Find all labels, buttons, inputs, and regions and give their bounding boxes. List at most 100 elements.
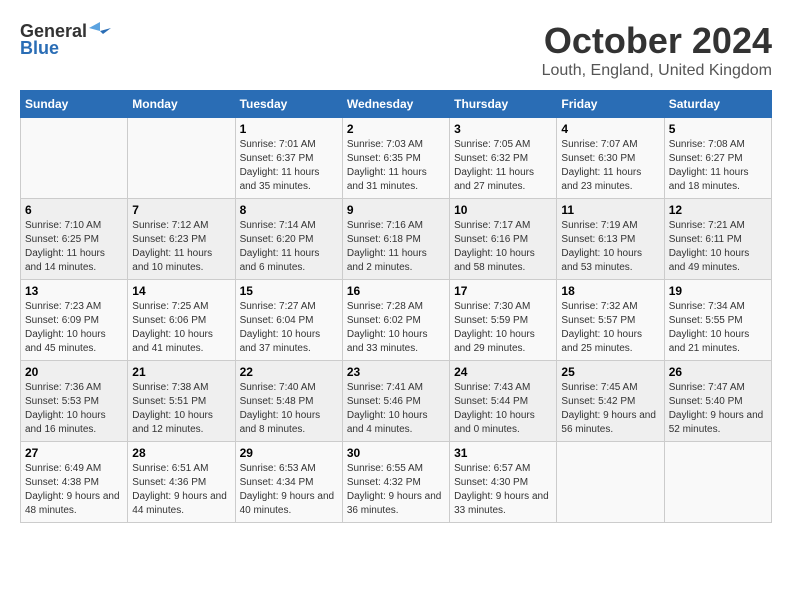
cell-week5-day3: 30 Sunrise: 6:55 AMSunset: 4:32 PMDaylig… [342, 442, 449, 523]
cell-week3-day5: 18 Sunrise: 7:32 AMSunset: 5:57 PMDaylig… [557, 280, 664, 361]
cell-week3-day3: 16 Sunrise: 7:28 AMSunset: 6:02 PMDaylig… [342, 280, 449, 361]
day-number: 11 [561, 203, 659, 217]
day-number: 1 [240, 122, 338, 136]
day-info: Sunrise: 7:05 AMSunset: 6:32 PMDaylight:… [454, 138, 552, 194]
day-info: Sunrise: 7:28 AMSunset: 6:02 PMDaylight:… [347, 300, 445, 356]
day-info: Sunrise: 6:51 AMSunset: 4:36 PMDaylight:… [132, 462, 230, 518]
week-row-5: 27 Sunrise: 6:49 AMSunset: 4:38 PMDaylig… [21, 442, 772, 523]
day-number: 21 [132, 365, 230, 379]
cell-week2-day4: 10 Sunrise: 7:17 AMSunset: 6:16 PMDaylig… [450, 199, 557, 280]
cell-week2-day6: 12 Sunrise: 7:21 AMSunset: 6:11 PMDaylig… [664, 199, 771, 280]
day-number: 17 [454, 284, 552, 298]
cell-week1-day6: 5 Sunrise: 7:08 AMSunset: 6:27 PMDayligh… [664, 118, 771, 199]
cell-week3-day0: 13 Sunrise: 7:23 AMSunset: 6:09 PMDaylig… [21, 280, 128, 361]
header-monday: Monday [128, 91, 235, 118]
cell-week4-day6: 26 Sunrise: 7:47 AMSunset: 5:40 PMDaylig… [664, 361, 771, 442]
calendar-table: Sunday Monday Tuesday Wednesday Thursday… [20, 90, 772, 523]
day-number: 19 [669, 284, 767, 298]
cell-week4-day1: 21 Sunrise: 7:38 AMSunset: 5:51 PMDaylig… [128, 361, 235, 442]
day-number: 18 [561, 284, 659, 298]
day-number: 27 [25, 446, 123, 460]
day-info: Sunrise: 7:19 AMSunset: 6:13 PMDaylight:… [561, 219, 659, 275]
day-info: Sunrise: 7:12 AMSunset: 6:23 PMDaylight:… [132, 219, 230, 275]
header-thursday: Thursday [450, 91, 557, 118]
day-info: Sunrise: 7:16 AMSunset: 6:18 PMDaylight:… [347, 219, 445, 275]
day-number: 24 [454, 365, 552, 379]
cell-week2-day2: 8 Sunrise: 7:14 AMSunset: 6:20 PMDayligh… [235, 199, 342, 280]
day-info: Sunrise: 6:55 AMSunset: 4:32 PMDaylight:… [347, 462, 445, 518]
day-info: Sunrise: 7:08 AMSunset: 6:27 PMDaylight:… [669, 138, 767, 194]
day-info: Sunrise: 7:21 AMSunset: 6:11 PMDaylight:… [669, 219, 767, 275]
logo-bird-icon [89, 20, 111, 42]
day-info: Sunrise: 6:57 AMSunset: 4:30 PMDaylight:… [454, 462, 552, 518]
week-row-2: 6 Sunrise: 7:10 AMSunset: 6:25 PMDayligh… [21, 199, 772, 280]
day-number: 31 [454, 446, 552, 460]
day-number: 7 [132, 203, 230, 217]
day-info: Sunrise: 7:34 AMSunset: 5:55 PMDaylight:… [669, 300, 767, 356]
location-text: Louth, England, United Kingdom [542, 62, 772, 80]
logo-blue-text: Blue [20, 38, 59, 59]
cell-week1-day4: 3 Sunrise: 7:05 AMSunset: 6:32 PMDayligh… [450, 118, 557, 199]
cell-week5-day1: 28 Sunrise: 6:51 AMSunset: 4:36 PMDaylig… [128, 442, 235, 523]
title-area: October 2024 Louth, England, United King… [542, 20, 772, 80]
cell-week3-day4: 17 Sunrise: 7:30 AMSunset: 5:59 PMDaylig… [450, 280, 557, 361]
page-header: General Blue October 2024 Louth, England… [20, 20, 772, 80]
cell-week4-day5: 25 Sunrise: 7:45 AMSunset: 5:42 PMDaylig… [557, 361, 664, 442]
header-saturday: Saturday [664, 91, 771, 118]
cell-week2-day1: 7 Sunrise: 7:12 AMSunset: 6:23 PMDayligh… [128, 199, 235, 280]
day-number: 10 [454, 203, 552, 217]
day-number: 3 [454, 122, 552, 136]
day-info: Sunrise: 7:14 AMSunset: 6:20 PMDaylight:… [240, 219, 338, 275]
month-title: October 2024 [542, 20, 772, 62]
cell-week3-day6: 19 Sunrise: 7:34 AMSunset: 5:55 PMDaylig… [664, 280, 771, 361]
day-info: Sunrise: 7:47 AMSunset: 5:40 PMDaylight:… [669, 381, 767, 437]
header-sunday: Sunday [21, 91, 128, 118]
day-info: Sunrise: 6:49 AMSunset: 4:38 PMDaylight:… [25, 462, 123, 518]
day-number: 13 [25, 284, 123, 298]
day-info: Sunrise: 6:53 AMSunset: 4:34 PMDaylight:… [240, 462, 338, 518]
day-number: 8 [240, 203, 338, 217]
header-row: Sunday Monday Tuesday Wednesday Thursday… [21, 91, 772, 118]
cell-week5-day2: 29 Sunrise: 6:53 AMSunset: 4:34 PMDaylig… [235, 442, 342, 523]
day-info: Sunrise: 7:01 AMSunset: 6:37 PMDaylight:… [240, 138, 338, 194]
day-number: 12 [669, 203, 767, 217]
day-number: 4 [561, 122, 659, 136]
day-number: 22 [240, 365, 338, 379]
day-number: 23 [347, 365, 445, 379]
day-info: Sunrise: 7:17 AMSunset: 6:16 PMDaylight:… [454, 219, 552, 275]
cell-week3-day1: 14 Sunrise: 7:25 AMSunset: 6:06 PMDaylig… [128, 280, 235, 361]
day-number: 25 [561, 365, 659, 379]
day-number: 15 [240, 284, 338, 298]
cell-week5-day5 [557, 442, 664, 523]
day-info: Sunrise: 7:40 AMSunset: 5:48 PMDaylight:… [240, 381, 338, 437]
header-wednesday: Wednesday [342, 91, 449, 118]
day-info: Sunrise: 7:23 AMSunset: 6:09 PMDaylight:… [25, 300, 123, 356]
day-info: Sunrise: 7:27 AMSunset: 6:04 PMDaylight:… [240, 300, 338, 356]
day-number: 30 [347, 446, 445, 460]
cell-week1-day2: 1 Sunrise: 7:01 AMSunset: 6:37 PMDayligh… [235, 118, 342, 199]
day-number: 16 [347, 284, 445, 298]
day-info: Sunrise: 7:43 AMSunset: 5:44 PMDaylight:… [454, 381, 552, 437]
cell-week4-day3: 23 Sunrise: 7:41 AMSunset: 5:46 PMDaylig… [342, 361, 449, 442]
cell-week2-day5: 11 Sunrise: 7:19 AMSunset: 6:13 PMDaylig… [557, 199, 664, 280]
day-info: Sunrise: 7:36 AMSunset: 5:53 PMDaylight:… [25, 381, 123, 437]
day-number: 26 [669, 365, 767, 379]
day-info: Sunrise: 7:41 AMSunset: 5:46 PMDaylight:… [347, 381, 445, 437]
day-number: 20 [25, 365, 123, 379]
day-info: Sunrise: 7:25 AMSunset: 6:06 PMDaylight:… [132, 300, 230, 356]
day-info: Sunrise: 7:10 AMSunset: 6:25 PMDaylight:… [25, 219, 123, 275]
day-info: Sunrise: 7:30 AMSunset: 5:59 PMDaylight:… [454, 300, 552, 356]
cell-week4-day0: 20 Sunrise: 7:36 AMSunset: 5:53 PMDaylig… [21, 361, 128, 442]
day-info: Sunrise: 7:07 AMSunset: 6:30 PMDaylight:… [561, 138, 659, 194]
day-number: 6 [25, 203, 123, 217]
cell-week1-day5: 4 Sunrise: 7:07 AMSunset: 6:30 PMDayligh… [557, 118, 664, 199]
day-number: 29 [240, 446, 338, 460]
day-number: 2 [347, 122, 445, 136]
week-row-3: 13 Sunrise: 7:23 AMSunset: 6:09 PMDaylig… [21, 280, 772, 361]
logo: General Blue [20, 20, 111, 59]
cell-week4-day4: 24 Sunrise: 7:43 AMSunset: 5:44 PMDaylig… [450, 361, 557, 442]
day-number: 14 [132, 284, 230, 298]
week-row-4: 20 Sunrise: 7:36 AMSunset: 5:53 PMDaylig… [21, 361, 772, 442]
header-friday: Friday [557, 91, 664, 118]
day-info: Sunrise: 7:32 AMSunset: 5:57 PMDaylight:… [561, 300, 659, 356]
